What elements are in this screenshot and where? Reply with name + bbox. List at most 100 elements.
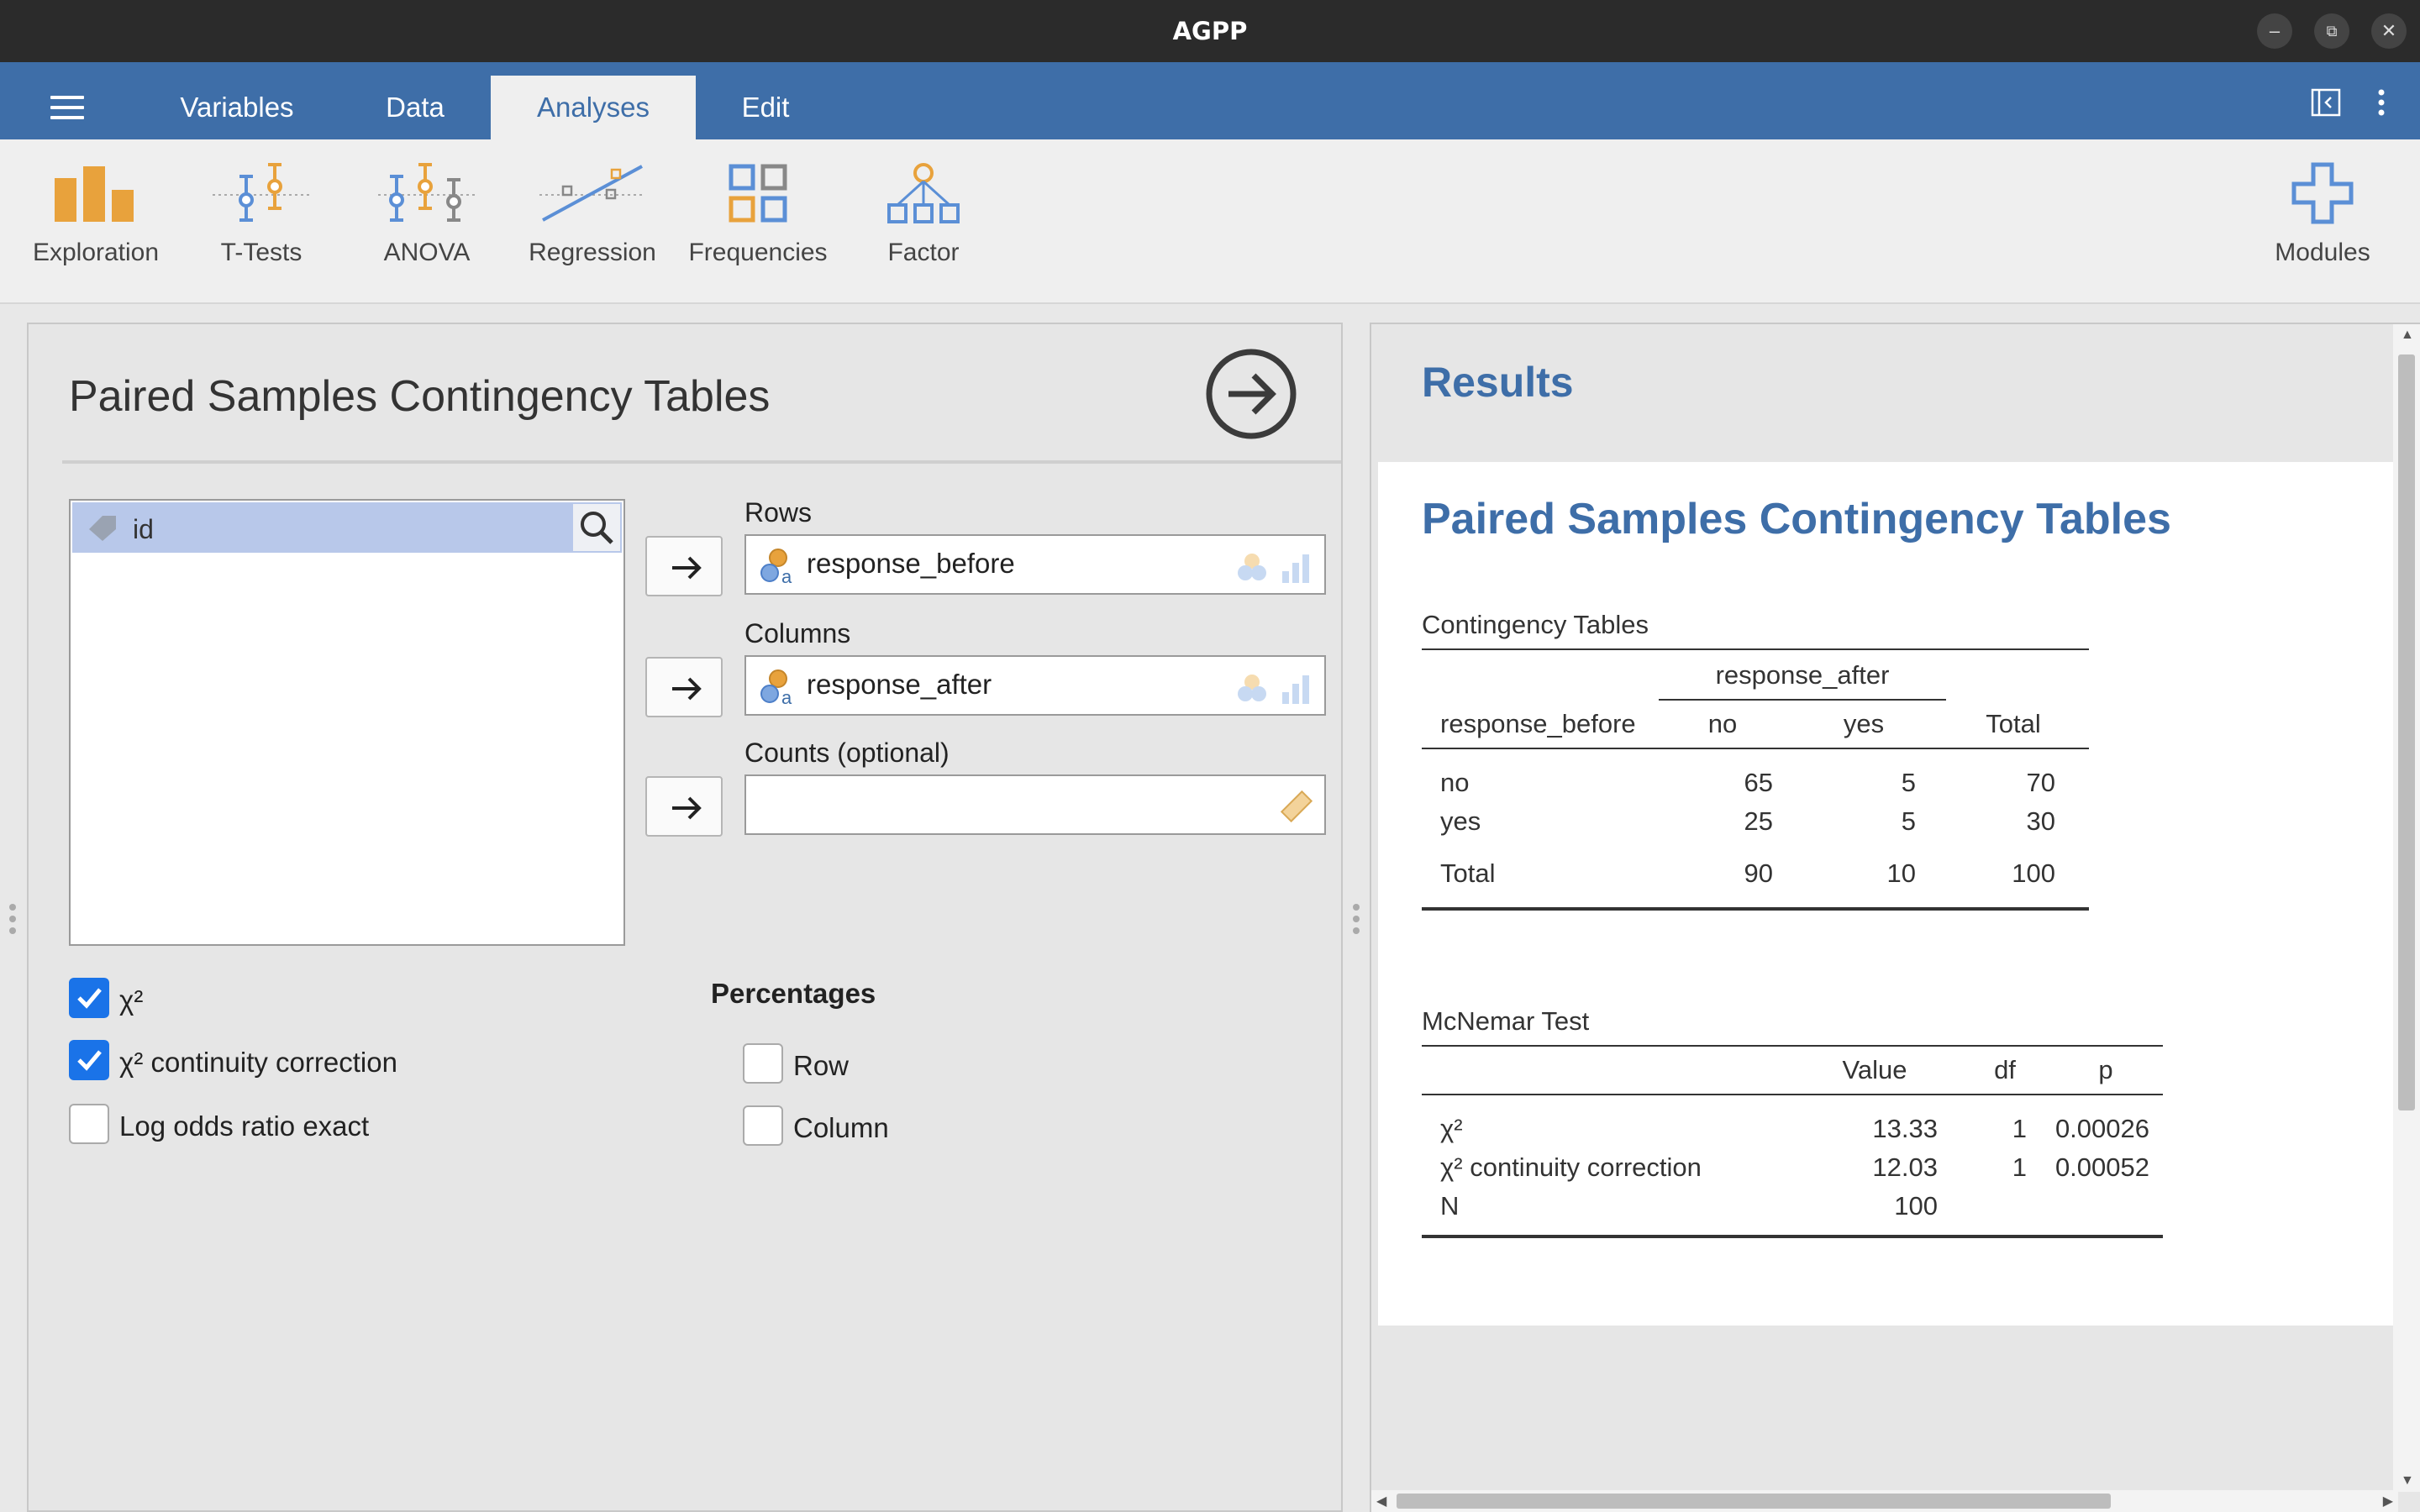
hamburger-menu-icon[interactable] [50, 96, 84, 119]
percentages-heading: Percentages [711, 978, 876, 1009]
id-variable-icon [89, 516, 116, 541]
ribbon-exploration-label: Exploration [32, 239, 160, 266]
bar-chart-icon [55, 166, 134, 222]
rows-field[interactable]: a response_before [744, 534, 1326, 595]
measure-type-icon [1238, 554, 1309, 583]
scroll-up-arrow-icon[interactable]: ▲ [2401, 328, 2414, 343]
counts-field[interactable] [744, 774, 1326, 835]
minimize-button[interactable]: – [2257, 13, 2292, 49]
scroll-right-arrow-icon[interactable]: ▶ [2383, 1493, 2393, 1509]
results-vertical-scrollbar[interactable]: ▲ ▼ [2393, 324, 2420, 1492]
close-button[interactable]: ✕ [2371, 13, 2407, 49]
table-bottom-rule [1422, 1235, 2163, 1238]
arrow-right-icon [672, 677, 702, 701]
rows-variable-value: response_before [807, 548, 1015, 579]
checkmark-icon [77, 988, 102, 1009]
ribbon-frequencies[interactable]: Frequencies [674, 161, 842, 267]
ribbon-modules[interactable]: Modules [2238, 161, 2407, 267]
table-rule [1422, 1045, 2163, 1047]
ribbon-frequencies-label: Frequencies [688, 239, 828, 266]
col-header-no: no [1707, 709, 1738, 738]
run-arrow-icon[interactable] [1205, 348, 1297, 440]
svg-text:a: a [781, 566, 792, 586]
main-menubar: Variables Data Analyses Edit [0, 62, 2420, 139]
cell-value: 1 [2012, 1114, 2027, 1143]
chi2-checkbox[interactable] [69, 978, 109, 1018]
ribbon-t-tests-label: T-Tests [220, 239, 302, 266]
move-to-counts-button[interactable] [645, 776, 723, 837]
tab-data[interactable]: Data [346, 76, 484, 139]
nominal-variable-icon: a [760, 549, 792, 586]
search-variables-button[interactable] [573, 504, 620, 551]
table-rule [1422, 648, 2089, 650]
more-options-icon[interactable] [2370, 87, 2393, 118]
ribbon-regression[interactable]: Regression [508, 161, 676, 267]
ribbon-exploration[interactable]: Exploration [12, 161, 180, 267]
tab-edit[interactable]: Edit [711, 76, 820, 139]
col-header-yes: yes [1843, 709, 1885, 738]
middle-splitter-handle[interactable] [1353, 904, 1360, 939]
frequencies-icon [729, 164, 787, 223]
scroll-down-arrow-icon[interactable]: ▼ [2401, 1473, 2414, 1488]
plus-icon [2291, 162, 2354, 224]
results-output: Paired Samples Contingency Tables Contin… [1378, 462, 2393, 1326]
move-to-columns-button[interactable] [645, 657, 723, 717]
log-odds-checkbox[interactable] [69, 1104, 109, 1144]
cell-value: 5 [1901, 806, 1916, 836]
counts-label: Counts (optional) [744, 738, 950, 768]
analysis-title: Paired Samples Contingency Tables [69, 372, 771, 421]
checkmark-icon [77, 1050, 102, 1071]
cell-value: 90 [1744, 858, 1773, 888]
move-to-rows-button[interactable] [645, 536, 723, 596]
ribbon-factor[interactable]: Factor [839, 161, 1007, 267]
ribbon-anova[interactable]: ANOVA [343, 161, 511, 267]
row-variable-header: response_before [1440, 709, 1636, 738]
regression-icon [539, 165, 645, 222]
arrow-right-icon [672, 796, 702, 820]
variable-item-id[interactable]: id [72, 502, 622, 553]
col-header-total: Total [1986, 709, 2041, 738]
measure-type-icon [1238, 675, 1309, 704]
cell-value: 5 [1901, 768, 1916, 797]
cell-value: 10 [1886, 858, 1916, 888]
column-percent-checkbox[interactable] [743, 1105, 783, 1146]
results-panel: Results Paired Samples Contingency Table… [1370, 323, 2420, 1512]
toggle-results-panel-icon[interactable] [2311, 87, 2341, 118]
row-percent-label: Row [793, 1050, 850, 1081]
ribbon-anova-label: ANOVA [383, 239, 471, 266]
row-label: yes [1440, 806, 1481, 836]
variable-list[interactable]: id [69, 499, 625, 946]
variable-name: id [133, 514, 154, 544]
results-horizontal-scrollbar[interactable]: ◀ ▶ [1371, 1490, 2398, 1512]
scroll-left-arrow-icon[interactable]: ◀ [1376, 1493, 1386, 1509]
row-percent-checkbox[interactable] [743, 1043, 783, 1084]
tab-analyses[interactable]: Analyses [491, 76, 696, 139]
columns-variable-value: response_after [807, 669, 992, 700]
tab-variables[interactable]: Variables [148, 76, 326, 139]
cell-value: 1 [2012, 1152, 2027, 1182]
header-rule [1422, 1094, 2163, 1095]
scrollbar-thumb[interactable] [1397, 1494, 2111, 1509]
cell-value: 30 [2026, 806, 2055, 836]
columns-field[interactable]: a response_after [744, 655, 1326, 716]
scrollbar-thumb[interactable] [2398, 354, 2415, 1110]
ribbon-t-tests[interactable]: T-Tests [177, 161, 345, 267]
cell-value: 13.33 [1872, 1114, 1938, 1143]
mcnemar-table-caption: McNemar Test [1422, 1006, 1590, 1036]
ribbon-modules-label: Modules [2275, 239, 2370, 266]
window-titlebar: AGPP – ⧉ ✕ [0, 0, 2420, 62]
contingency-table-caption: Contingency Tables [1422, 610, 1649, 639]
left-splitter-handle[interactable] [9, 904, 16, 939]
row-label: χ² [1440, 1114, 1463, 1143]
anova-icon [378, 163, 476, 222]
chi2-continuity-checkbox[interactable] [69, 1040, 109, 1080]
cell-value: 12.03 [1872, 1152, 1938, 1182]
cell-value: 70 [2026, 768, 2055, 797]
row-label: N [1440, 1191, 1460, 1221]
restore-button[interactable]: ⧉ [2314, 13, 2349, 49]
t-test-icon [213, 163, 310, 222]
header-rule [1422, 748, 2089, 749]
col-header-value: Value [1842, 1055, 1907, 1084]
search-icon [581, 512, 613, 544]
nominal-variable-icon: a [760, 669, 792, 707]
